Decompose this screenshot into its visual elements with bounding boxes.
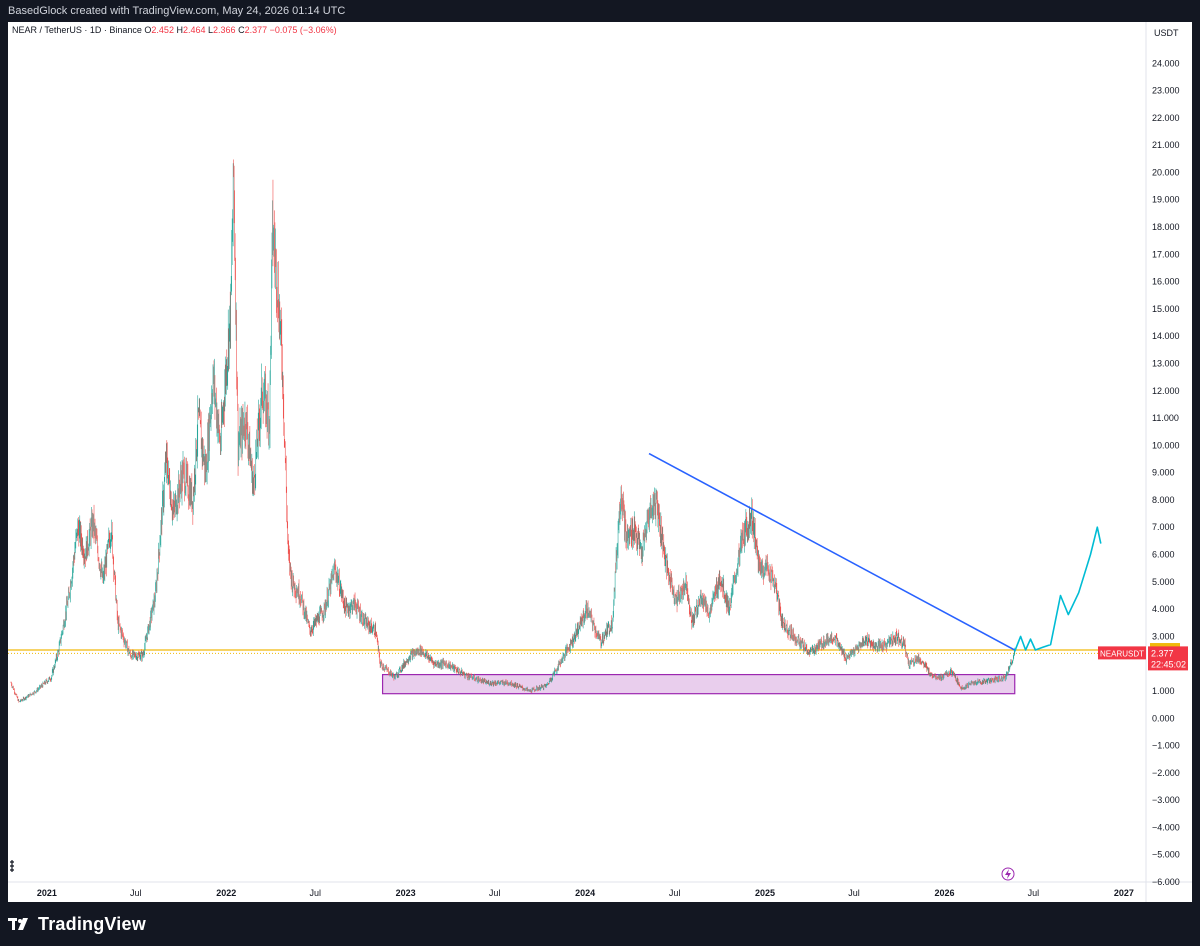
price-tick-label: 17.000 [1152,249,1180,259]
time-tick-label: Jul [848,888,860,898]
price-tick-label: −4.000 [1152,822,1180,832]
price-tick-label: 10.000 [1152,440,1180,450]
price-tick-label: 15.000 [1152,304,1180,314]
time-tick-label: Jul [309,888,321,898]
price-tick-label: 5.000 [1152,577,1175,587]
price-tick-label: 22.000 [1152,113,1180,123]
price-tick-label: 3.000 [1152,631,1175,641]
price-tick-label: 7.000 [1152,522,1175,532]
time-tick-label: 2025 [755,888,775,898]
price-tick-label: 20.000 [1152,167,1180,177]
tradingview-logo-icon [8,918,28,930]
brand-name: TradingView [38,913,146,934]
descending-trendline[interactable] [648,452,1016,651]
tradingview-brand[interactable]: TradingView [8,906,308,942]
legend-open-value: 2.452 [151,25,174,35]
candles [10,159,1016,703]
lightning-bolt-icon [1005,869,1011,879]
projection-path[interactable] [1013,526,1102,652]
price-tick-label: −1.000 [1152,741,1180,751]
price-tick-label: 8.000 [1152,495,1175,505]
price-tick-label: 16.000 [1152,277,1180,287]
price-tick-label: 18.000 [1152,222,1180,232]
time-tick-label: 2024 [575,888,595,898]
price-tick-label: 1.000 [1152,686,1175,696]
legend-change: −0.075 (−3.06%) [269,25,337,35]
price-tick-label: −5.000 [1152,850,1180,860]
price-tick-label: 13.000 [1152,358,1180,368]
price-tick-label: 12.000 [1152,386,1180,396]
legend-close-value: 2.377 [244,25,268,35]
time-tick-label: 2026 [934,888,954,898]
scale-settings-icon[interactable] [10,860,14,872]
symbol-tag-text: NEARUSDT [1100,649,1144,658]
price-tick-label: 11.000 [1152,413,1179,423]
legend-high-value: 2.464 [182,25,206,35]
price-tick-label: 23.000 [1152,86,1180,96]
price-tick-label: 19.000 [1152,195,1180,205]
time-tick-label: 2023 [396,888,416,898]
symbol-legend: NEAR / TetherUS · 1D · Binance O2.452 H2… [12,25,337,35]
price-axis-unit: USDT [1154,28,1179,38]
price-tick-label: 6.000 [1152,550,1175,560]
time-tick-label: Jul [669,888,681,898]
price-tick-label: 9.000 [1152,468,1175,478]
time-tick-label: 2021 [37,888,57,898]
price-tick-label: −3.000 [1152,795,1180,805]
price-tick-label: 24.000 [1152,58,1180,68]
legend-low-value: 2.366 [213,25,236,35]
last-price-tag-text: 2.377 [1151,648,1174,658]
time-tick-label: 2027 [1114,888,1134,898]
price-tick-label: 21.000 [1152,140,1180,150]
price-tick-label: −2.000 [1152,768,1180,778]
time-tick-label: Jul [1028,888,1040,898]
price-chart[interactable]: USDT 24.000 23.000 22.000 21.000 20.000 19.000… [0,0,1200,946]
price-tick-label: 4.000 [1152,604,1175,614]
price-tick-label: 0.000 [1152,713,1175,723]
time-tick-label: Jul [489,888,501,898]
price-tick-label: 14.000 [1152,331,1180,341]
price-tick-label: −6.000 [1152,877,1180,887]
countdown-tag-text: 22:45:02 [1151,659,1186,669]
time-tick-label: Jul [130,888,142,898]
time-tick-label: 2022 [216,888,236,898]
legend-symbol: NEAR / TetherUS · 1D · Binance [12,25,142,35]
